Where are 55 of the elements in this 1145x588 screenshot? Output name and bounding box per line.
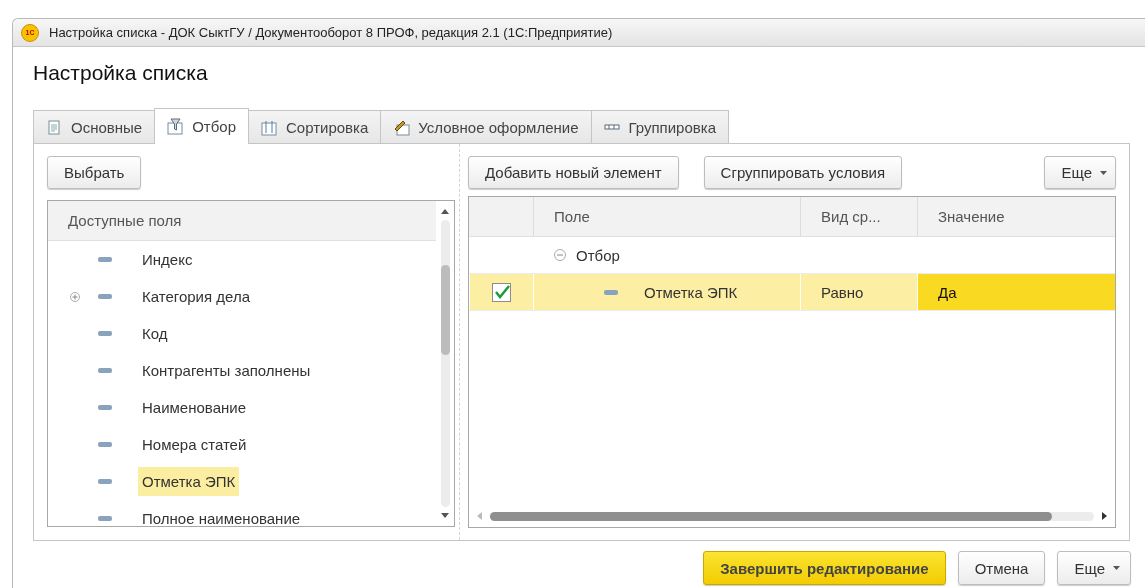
condition-row[interactable]: Отметка ЭПК Равно Да	[469, 274, 1115, 311]
field-item[interactable]: Контрагенты заполнены	[138, 356, 315, 385]
field-item[interactable]: Отметка ЭПК	[138, 467, 240, 496]
group-label: Отбор	[576, 246, 620, 264]
field-icon	[98, 368, 112, 373]
column-header[interactable]: Значение	[917, 197, 1115, 236]
vertical-scrollbar[interactable]	[440, 220, 450, 507]
field-icon	[98, 405, 112, 410]
more-button[interactable]: Еще	[1057, 551, 1131, 585]
more-button[interactable]: Еще	[1044, 156, 1116, 189]
cancel-button[interactable]: Отмена	[957, 551, 1046, 585]
toolbar-button[interactable]: Добавить новый элемент	[468, 156, 679, 189]
column-header[interactable]: Вид ср...	[800, 197, 917, 236]
tab[interactable]: Группировка	[590, 110, 729, 144]
tab[interactable]: Сортировка	[248, 110, 382, 144]
comparison-type: Равно	[821, 283, 864, 301]
funnel-icon	[167, 118, 185, 135]
field-icon	[98, 294, 112, 299]
scroll-right-icon[interactable]	[1102, 512, 1107, 520]
horizontal-scrollbar[interactable]	[490, 511, 1094, 521]
expand-icon[interactable]	[70, 291, 80, 302]
tab[interactable]: Основные	[33, 110, 156, 144]
field-icon	[98, 331, 112, 336]
document-icon	[46, 119, 63, 136]
checkbox[interactable]	[492, 282, 511, 302]
field-icon	[98, 442, 112, 447]
form-heading: Настройка списка	[33, 61, 209, 86]
field-item[interactable]: Категория дела	[138, 282, 254, 311]
caret-icon	[1113, 566, 1120, 570]
field-icon	[98, 516, 112, 521]
condition-value: Да	[938, 283, 957, 301]
field-icon	[604, 289, 618, 295]
window-title: Настройка списка - ДОК СыктГУ / Документооборот 8 ПРОФ, редакция 2.1 (1С:Предприятие)	[49, 25, 613, 40]
collapse-icon[interactable]	[554, 249, 566, 261]
select-button[interactable]: Выбрать	[47, 156, 142, 189]
field-name: Отметка ЭПК	[644, 283, 738, 301]
tab[interactable]: Отбор	[154, 108, 249, 144]
field-item[interactable]: Полное наименование	[138, 504, 305, 526]
brush-icon	[393, 119, 411, 136]
tab[interactable]: Условное оформление	[380, 110, 592, 144]
toolbar-button[interactable]: Сгруппировать условия	[703, 156, 903, 189]
scroll-up-icon[interactable]	[441, 209, 449, 214]
field-item[interactable]: Индекс	[138, 245, 197, 274]
sort-icon	[261, 119, 278, 136]
field-icon	[98, 257, 112, 262]
field-icon	[98, 479, 112, 484]
finish-button[interactable]: Завершить редактирование	[703, 551, 946, 585]
caret-icon	[1100, 170, 1107, 175]
scroll-down-icon[interactable]	[441, 513, 449, 518]
scroll-left-icon[interactable]	[477, 512, 482, 520]
field-item[interactable]: Номера статей	[138, 430, 251, 459]
list-header: Доступные поля	[48, 201, 436, 241]
field-item[interactable]: Наименование	[138, 393, 250, 422]
column-header[interactable]: Поле	[533, 197, 800, 236]
field-item[interactable]: Код	[138, 319, 172, 348]
